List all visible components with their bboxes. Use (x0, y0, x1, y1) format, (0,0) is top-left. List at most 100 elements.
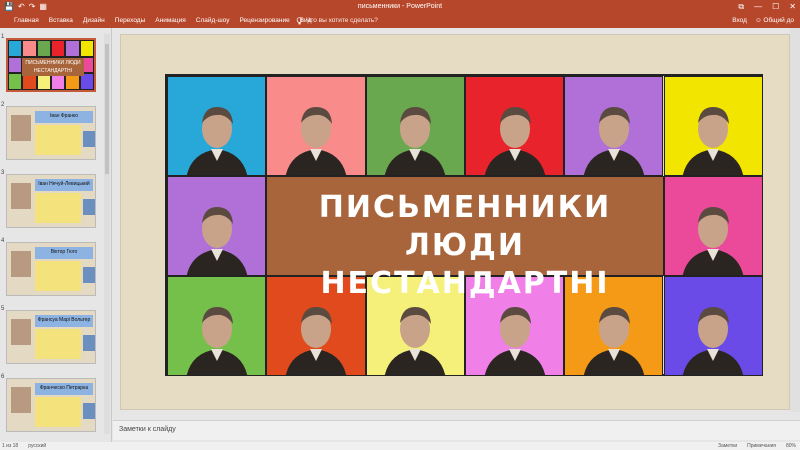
portrait-photo (281, 97, 351, 175)
portrait-photo (380, 297, 450, 375)
slide-thumbnail[interactable]: ПИСЬМЕННИКИ ЛЮДИ НЕСТАНДАРТНІ (6, 38, 96, 92)
thumbnail-text-box (35, 125, 81, 155)
slide-thumbnail[interactable]: Франческо Петрарка (6, 378, 96, 432)
slide-number: 6 (1, 374, 5, 380)
tab-animations[interactable]: Анимация (155, 17, 186, 24)
portrait-photo (480, 97, 550, 175)
thumbnail-heading: Франсуа Марі Вольтер (35, 315, 93, 327)
portrait-cell[interactable] (564, 76, 664, 176)
search-placeholder: Что вы хотите сделать? (306, 17, 378, 24)
thumbnail-text-box (35, 261, 81, 291)
thumbnail-portrait (11, 387, 31, 413)
portrait-photo (281, 297, 351, 375)
portrait-cell[interactable] (266, 76, 366, 176)
tab-home[interactable]: Главная (14, 17, 39, 24)
thumbnail-row: 1 ПИСЬМЕННИКИ ЛЮДИ НЕСТАНДАРТНІ (0, 32, 104, 100)
slide-thumbnail[interactable]: Франсуа Марі Вольтер (6, 310, 96, 364)
slide-title-banner[interactable]: ПИСЬМЕННИКИ ЛЮДИ НЕСТАНДАРТНІ (266, 176, 664, 301)
banner-line-1: ПИСЬМЕННИКИ ЛЮДИ (318, 190, 612, 263)
portrait-grid: ПИСЬМЕННИКИ ЛЮДИ НЕСТАНДАРТНІ (165, 74, 763, 376)
thumbnail-banner: ПИСЬМЕННИКИ ЛЮДИ НЕСТАНДАРТНІ (22, 58, 84, 76)
tab-design[interactable]: Дизайн (83, 17, 105, 24)
tab-insert[interactable]: Вставка (49, 17, 73, 24)
banner-line-2: НЕСТАНДАРТНІ (320, 266, 610, 301)
minimize-icon[interactable]: — (754, 2, 762, 12)
tab-slideshow[interactable]: Слайд-шоу (196, 17, 230, 24)
thumbnail-list: 1 ПИСЬМЕННИКИ ЛЮДИ НЕСТАНДАРТНІ 2 Іван Ф… (0, 32, 104, 440)
thumbnail-portrait (11, 183, 31, 209)
portrait-photo (182, 97, 252, 175)
current-slide[interactable]: ПИСЬМЕННИКИ ЛЮДИ НЕСТАНДАРТНІ (120, 34, 790, 410)
portrait-cell[interactable] (464, 76, 565, 176)
portrait-cell[interactable] (663, 76, 763, 176)
portrait-photo (579, 297, 649, 375)
thumbnail-row: 3 Іван Нечуй-Левицький (0, 168, 104, 236)
tell-me-search[interactable]: Что вы хотите сделать? (296, 17, 378, 27)
thumbnail-row: 2 Іван Франко (0, 100, 104, 168)
portrait-photo (380, 97, 450, 175)
portrait-photo (678, 297, 748, 375)
ribbon-display-icon[interactable]: ⧉ (738, 2, 744, 12)
thumbnail-heading: Іван Франко (35, 111, 93, 123)
notes-pane[interactable]: Заметки к слайду (113, 420, 800, 440)
slide-number: 5 (1, 306, 5, 312)
share-label: Общий до (763, 17, 794, 24)
thumbnail-scrollbar[interactable] (104, 34, 110, 434)
slide-counter: 1 из 18 (2, 443, 19, 449)
slide-number: 3 (1, 170, 5, 176)
thumbnail-picture (83, 335, 95, 351)
portrait-photo (678, 97, 748, 175)
slide-thumbnail[interactable]: Іван Нечуй-Левицький (6, 174, 96, 228)
portrait-photo (182, 297, 252, 375)
thumbnail-picture (83, 267, 95, 283)
zoom-level[interactable]: 80% (786, 443, 796, 449)
portrait-cell[interactable] (167, 276, 267, 376)
thumbnail-picture (83, 131, 95, 147)
share-button[interactable]: ☺ Общий до (755, 17, 794, 24)
thumbnail-heading: Іван Нечуй-Левицький (35, 179, 93, 191)
slide-thumbnail[interactable]: Віктор Гюго (6, 242, 96, 296)
thumbnail-text-box (35, 397, 81, 427)
status-bar: 1 из 18 русский Заметки Примечания 80% (0, 442, 800, 450)
slide-number: 2 (1, 102, 5, 108)
thumbnail-heading: Франческо Петрарка (35, 383, 93, 395)
notes-toggle[interactable]: Заметки (718, 443, 737, 449)
slide-thumbnail-panel: 1 ПИСЬМЕННИКИ ЛЮДИ НЕСТАНДАРТНІ 2 Іван Ф… (0, 28, 112, 442)
notes-placeholder: Заметки к слайду (119, 426, 176, 433)
slide-scrollbar[interactable] (790, 28, 800, 412)
thumbnail-portrait (11, 319, 31, 345)
maximize-icon[interactable]: ☐ (772, 2, 779, 12)
portrait-cell[interactable] (663, 276, 763, 376)
slide-number: 4 (1, 238, 5, 244)
thumbnail-picture (83, 199, 95, 215)
window-controls: ⧉ — ☐ ✕ (738, 2, 796, 12)
thumbnail-portrait (11, 115, 31, 141)
file-tab[interactable] (0, 14, 14, 28)
portrait-photo (182, 197, 252, 275)
thumbnail-row: 6 Франческо Петрарка (0, 372, 104, 440)
thumbnail-heading: Віктор Гюго (35, 247, 93, 259)
signin-link[interactable]: Вход (732, 17, 747, 24)
tab-review[interactable]: Рецензирование (240, 17, 290, 24)
lightbulb-icon (296, 17, 303, 27)
portrait-cell[interactable] (167, 176, 267, 276)
scrollbar-thumb[interactable] (105, 44, 109, 174)
thumbnail-text-box (35, 329, 81, 359)
tab-transitions[interactable]: Переходы (115, 17, 146, 24)
thumbnail-row: 5 Франсуа Марі Вольтер (0, 304, 104, 372)
comments-toggle[interactable]: Примечания (747, 443, 776, 449)
slide-number: 1 (1, 34, 5, 40)
window-title: письменники - PowerPoint (357, 3, 443, 10)
close-icon[interactable]: ✕ (789, 2, 796, 12)
ribbon-tabs: Главная Вставка Дизайн Переходы Анимация… (0, 14, 800, 28)
account-area: Вход ☺ Общий до (732, 17, 794, 24)
portrait-photo (678, 197, 748, 275)
thumbnail-row: 4 Віктор Гюго (0, 236, 104, 304)
portrait-cell[interactable] (365, 76, 465, 176)
portrait-cell[interactable] (167, 76, 267, 176)
language-indicator[interactable]: русский (28, 443, 46, 449)
slide-thumbnail[interactable]: Іван Франко (6, 106, 96, 160)
portrait-cell[interactable] (663, 176, 763, 276)
portrait-photo (579, 97, 649, 175)
thumbnail-picture (83, 403, 95, 419)
